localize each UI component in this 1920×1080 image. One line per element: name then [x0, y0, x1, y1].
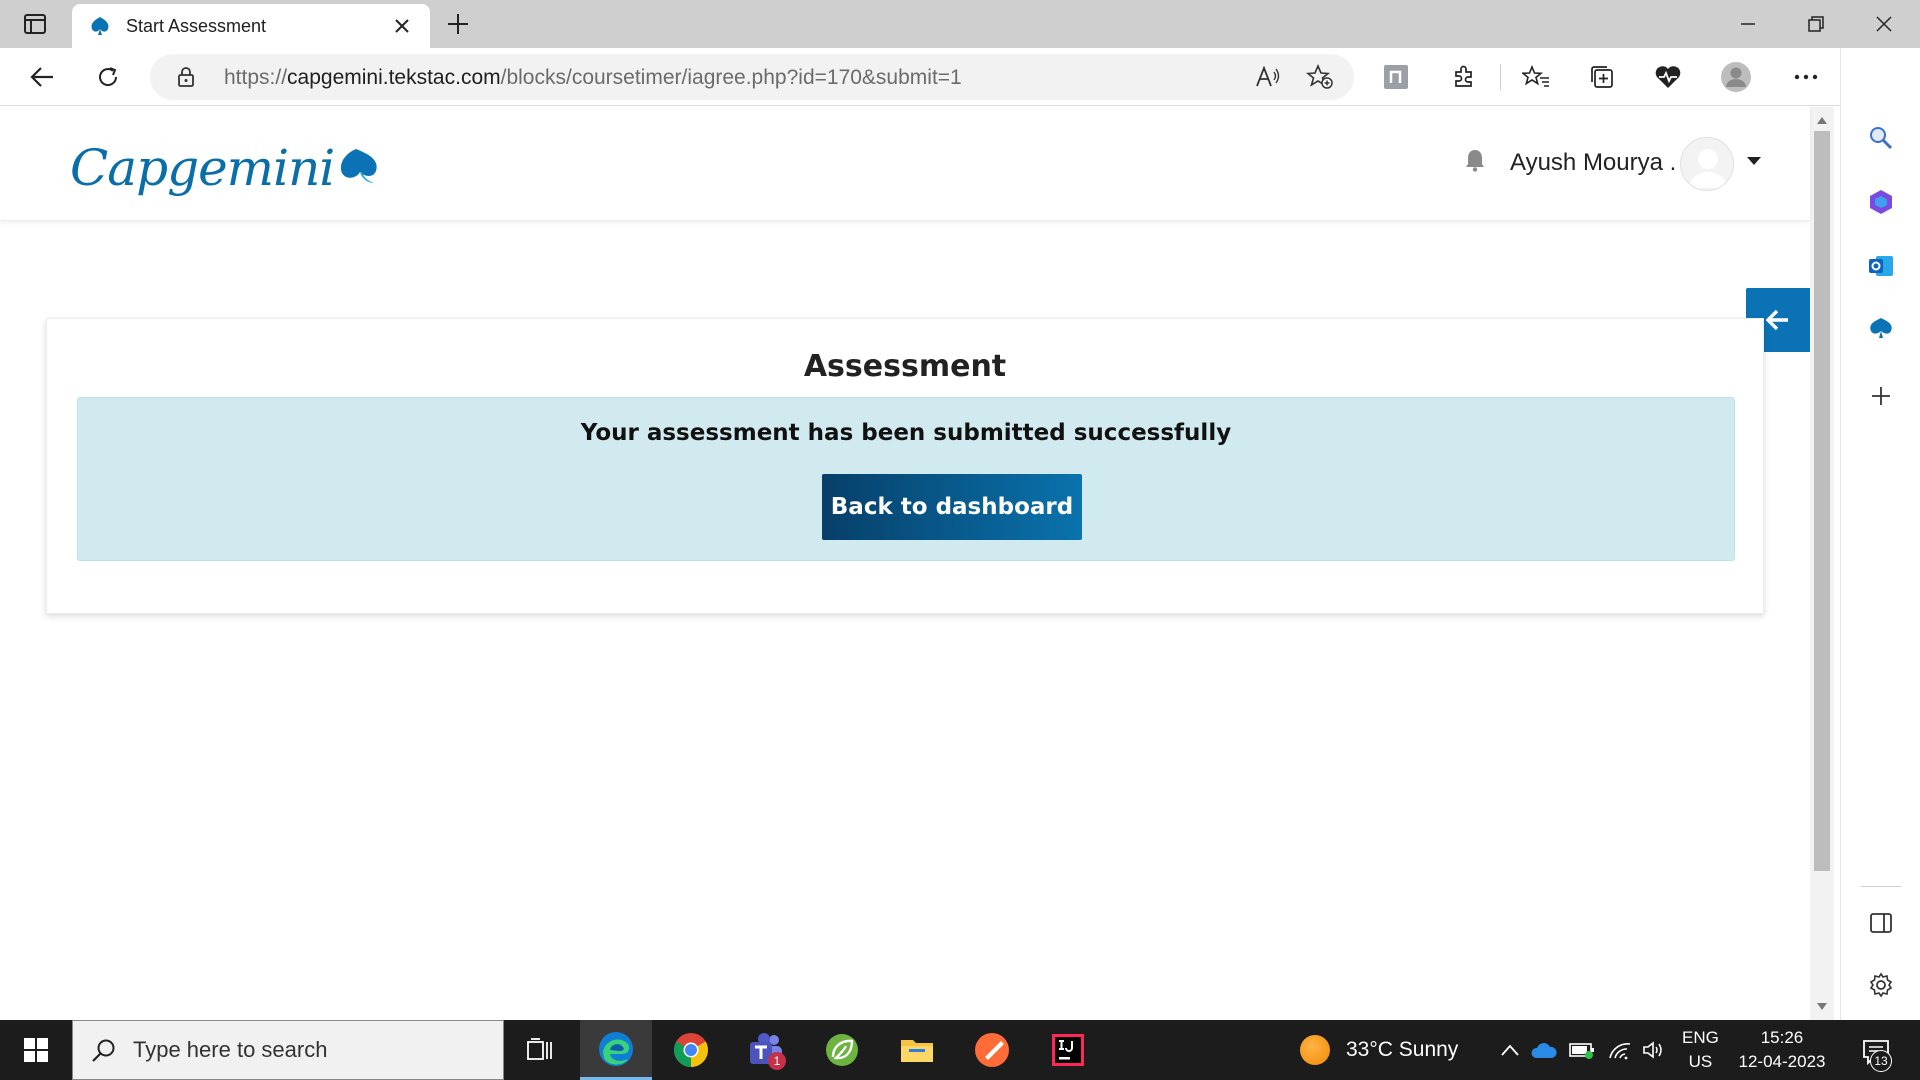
- new-tab-button[interactable]: [442, 8, 474, 40]
- capgemini-spade-icon: [88, 14, 112, 38]
- scroll-down-icon[interactable]: [1815, 1000, 1829, 1014]
- clock-date: 12-04-2023: [1738, 1052, 1826, 1071]
- clock-time: 15:26: [1760, 1028, 1804, 1047]
- success-alert: Your assessment has been submitted succe…: [77, 397, 1735, 561]
- address-bar[interactable]: https://capgemini.tekstac.com/blocks/cou…: [150, 54, 1354, 100]
- wifi-icon[interactable]: [1606, 1036, 1634, 1064]
- chevron-down-icon[interactable]: [1744, 151, 1764, 171]
- add-icon[interactable]: [1859, 374, 1903, 418]
- add-favorite-icon[interactable]: [1304, 62, 1336, 92]
- collections-icon[interactable]: [1584, 59, 1620, 95]
- scroll-thumb[interactable]: [1814, 131, 1830, 871]
- lang-line1: ENG: [1682, 1028, 1719, 1047]
- sun-icon: [1300, 1035, 1330, 1065]
- more-options-icon[interactable]: [1788, 59, 1824, 95]
- window-close-icon[interactable]: [1858, 6, 1910, 42]
- search-icon[interactable]: [1859, 116, 1903, 160]
- battery-icon[interactable]: [1568, 1036, 1596, 1064]
- profile-avatar-icon[interactable]: [1718, 59, 1754, 95]
- taskbar-search-placeholder: Type here to search: [133, 1037, 328, 1062]
- logo-text: Capgemini: [70, 139, 335, 197]
- windows-taskbar: Type here to search 1 33°C Sunny ENG US …: [0, 1020, 1920, 1080]
- search-icon: [87, 1033, 121, 1067]
- bell-icon[interactable]: [1460, 145, 1490, 175]
- sidebar-divider: [1861, 886, 1901, 887]
- language-indicator[interactable]: ENG US: [1682, 1026, 1719, 1074]
- assessment-card: Assessment Your assessment has been subm…: [46, 318, 1764, 614]
- teams-taskbar-icon[interactable]: [730, 1020, 802, 1080]
- postman-icon[interactable]: [956, 1020, 1028, 1080]
- read-aloud-icon[interactable]: [1252, 62, 1284, 92]
- capgemini-logo[interactable]: Capgemini: [70, 133, 384, 203]
- chrome-taskbar-icon[interactable]: [655, 1020, 727, 1080]
- onedrive-icon[interactable]: [1530, 1036, 1558, 1064]
- success-message: Your assessment has been submitted succe…: [580, 420, 1232, 446]
- capgemini-spade-icon: [341, 149, 377, 183]
- favorites-icon[interactable]: [1518, 59, 1554, 95]
- refresh-icon[interactable]: [90, 59, 126, 95]
- task-view-icon[interactable]: [504, 1020, 576, 1080]
- extension-n-icon[interactable]: [1378, 59, 1414, 95]
- weather-widget[interactable]: 33°C Sunny: [1300, 1020, 1458, 1080]
- minimize-icon[interactable]: [1722, 6, 1774, 42]
- intellij-icon[interactable]: [1032, 1020, 1104, 1080]
- browser-tab-active[interactable]: Start Assessment: [72, 4, 430, 48]
- capgemini-spade-icon[interactable]: [1859, 306, 1903, 350]
- browser-essentials-icon[interactable]: [1650, 59, 1686, 95]
- system-clock[interactable]: 15:26 12-04-2023: [1732, 1026, 1832, 1074]
- outlook-icon[interactable]: [1859, 244, 1903, 288]
- back-arrow-icon[interactable]: [24, 59, 60, 95]
- site-header: Capgemini Ayush Mourya .: [0, 107, 1810, 221]
- avatar[interactable]: [1680, 137, 1734, 191]
- url-host: capgemini.tekstac.com: [287, 66, 501, 89]
- extensions-puzzle-icon[interactable]: [1446, 59, 1482, 95]
- weather-text: 33°C Sunny: [1346, 1038, 1459, 1061]
- lang-line2: US: [1688, 1052, 1713, 1071]
- restore-icon[interactable]: [1790, 6, 1842, 42]
- page-scrollbar[interactable]: [1810, 107, 1834, 1020]
- card-title: Assessment: [803, 349, 1007, 384]
- file-explorer-icon[interactable]: [881, 1020, 953, 1080]
- user-name[interactable]: Ayush Mourya .: [1510, 149, 1676, 177]
- notification-count-badge: 13: [1870, 1050, 1892, 1072]
- url-scheme: https://: [224, 66, 288, 89]
- url-text: https://capgemini.tekstac.com/blocks/cou…: [224, 66, 962, 90]
- split-screen-icon[interactable]: [1859, 901, 1903, 945]
- tab-actions-icon[interactable]: [18, 10, 52, 38]
- close-icon[interactable]: [388, 12, 416, 40]
- toolbar-divider: [1500, 64, 1501, 90]
- taskbar-search-box[interactable]: Type here to search: [72, 1020, 504, 1080]
- edge-taskbar-icon[interactable]: [580, 1020, 652, 1080]
- windows-start-icon[interactable]: [0, 1020, 72, 1080]
- arrow-left-icon: [1766, 309, 1788, 331]
- spring-tool-icon[interactable]: [806, 1020, 878, 1080]
- scroll-up-icon[interactable]: [1815, 113, 1829, 127]
- browser-tab-strip: Start Assessment: [0, 0, 1920, 48]
- tab-title: Start Assessment: [126, 15, 267, 36]
- chevron-up-icon[interactable]: [1496, 1036, 1524, 1064]
- office-icon[interactable]: [1859, 180, 1903, 224]
- browser-toolbar: https://capgemini.tekstac.com/blocks/cou…: [0, 48, 1920, 106]
- back-to-dashboard-button[interactable]: Back to dashboard: [822, 474, 1082, 540]
- volume-icon[interactable]: [1640, 1036, 1668, 1064]
- url-path: /blocks/coursetimer/iagree.php?id=170&su…: [500, 66, 962, 89]
- gear-icon[interactable]: [1859, 963, 1903, 1007]
- teams-notification-badge: 1: [768, 1052, 786, 1070]
- lock-icon[interactable]: [174, 65, 198, 89]
- edge-sidebar: [1840, 48, 1920, 1020]
